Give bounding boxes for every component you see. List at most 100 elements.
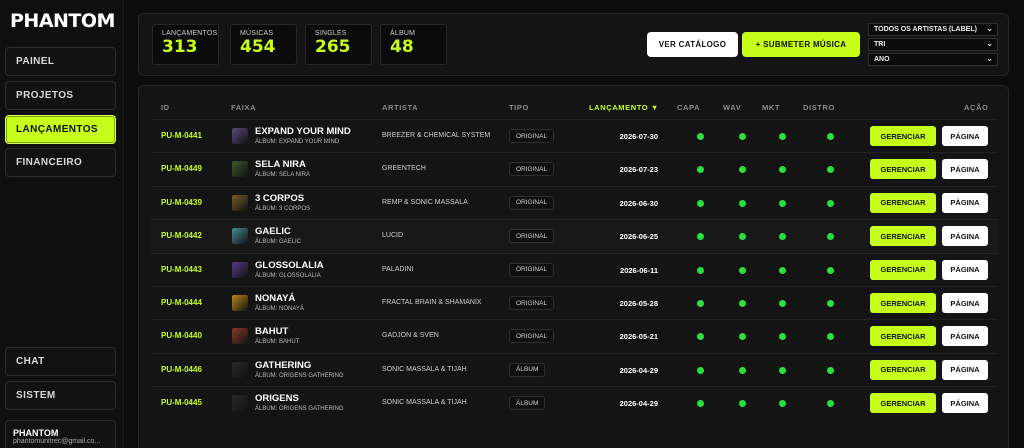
wav-status-dot [739,300,746,307]
cover-thumbnail [232,161,248,178]
stat-value: 265 [315,37,351,57]
table-row[interactable]: PU-M-0445 ORIGENS ÁLBUM: ORIGENS GATHERING… [151,386,998,419]
release-id[interactable]: PU-M-0441 [161,131,202,140]
track-album: ÁLBUM: GAELIC [255,239,302,246]
capa-status-dot [697,266,704,274]
user-profile[interactable]: PHANTOM phantomunitrec@gmail.co... [5,420,116,448]
track-album: ÁLBUM: BAHUT [255,339,300,346]
release-date: 2026-06-25 [619,232,658,242]
track-album: ÁLBUM: ORIGENS GATHERING [255,406,344,413]
mkt-status-dot [779,233,786,241]
table-row[interactable]: PU-M-0439 3 CORPOS ÁLBUM: 3 CORPOS REMP & S… [151,185,998,219]
table-row[interactable]: PU-M-0442 GAELIC ÁLBUM: GAELIC LUCID ORIGINA… [151,219,998,253]
brand-logo: PHANTOM [10,10,115,32]
col-header-distro[interactable]: Distro [803,103,835,112]
manage-button[interactable]: Gerenciar [870,393,936,414]
table-row[interactable]: PU-M-0443 GLOSSOLALIA ÁLBUM: GLOSSOLALIA PA… [151,252,998,286]
release-id[interactable]: PU-M-0446 [161,365,202,374]
page-button[interactable]: Página [942,393,988,414]
page-button[interactable]: Página [942,159,988,180]
col-header-wav[interactable]: WAV [723,103,741,112]
distro-status-dot [827,199,834,207]
cover-thumbnail [232,194,248,211]
table-row[interactable]: PU-M-0440 BAHUT ÁLBUM: BAHUT GADJON & SVEN O… [151,319,998,352]
table-row[interactable]: PU-M-0444 NONAYÁ ÁLBUM: NONAYÁ FRACTAL BRAI… [151,286,998,319]
col-header-capa[interactable]: Capa [677,103,700,112]
mkt-status-dot [779,199,786,207]
col-header-tipo[interactable]: Tipo [509,103,529,112]
manage-button[interactable]: Gerenciar [870,293,936,313]
view-catalog-button[interactable]: Ver Catálogo [647,32,738,57]
manage-button[interactable]: Gerenciar [870,159,936,180]
stat-musicas: Músicas 454 [230,24,297,65]
track-title: GATHERING [255,359,312,371]
track-title: BAHUT [255,326,289,338]
sidebar-item-projetos[interactable]: Projetos [5,81,116,110]
manage-button[interactable]: Gerenciar [870,126,936,146]
sidebar-item-sistem[interactable]: Sistem [5,381,116,410]
page-button[interactable]: Página [942,192,988,213]
page-button[interactable]: Página [942,259,988,280]
page-button[interactable]: Página [942,226,988,247]
release-id[interactable]: PU-M-0442 [161,231,202,240]
track-title: ORIGENS [255,393,299,405]
manage-button[interactable]: Gerenciar [870,192,936,213]
col-header-artista[interactable]: Artista [382,103,418,112]
cover-thumbnail [232,228,248,245]
col-header-id[interactable]: ID [161,103,170,112]
col-header-faixa[interactable]: Faixa [231,103,256,112]
mkt-status-dot [779,266,786,274]
capa-status-dot [697,199,704,207]
stat-value: 454 [240,37,276,57]
year-filter-select[interactable]: Ano ⌄ [868,53,998,66]
manage-button[interactable]: Gerenciar [870,226,936,247]
stats-panel: Lançamentos 313 Músicas 454 Singles 265 … [138,13,1009,76]
table-row[interactable]: PU-M-0449 SELA NIRA ÁLBUM: SELA NIRA GREENT… [151,152,998,185]
track-title: NONAYÁ [255,293,296,304]
track-title: SELA NIRA [255,159,306,171]
release-id[interactable]: PU-M-0449 [161,164,202,173]
col-header-lancamento[interactable]: Lançamento ▼ [589,103,659,112]
year-filter-value: Ano [874,56,890,63]
track-artist: GADJON & SVEN [382,332,439,340]
submit-music-button[interactable]: + Submeter Música [742,32,860,57]
release-date: 2026-04-29 [619,399,658,409]
type-badge: ORIGINAL [509,296,555,310]
cover-thumbnail [232,128,248,144]
manage-button[interactable]: Gerenciar [870,326,936,347]
page-button[interactable]: Página [942,359,988,380]
sidebar-item-financeiro[interactable]: Financeiro [5,148,116,177]
track-artist: REMP & SONIC MASSALA [382,198,468,206]
sidebar-item-lancamentos[interactable]: Lançamentos [5,115,116,144]
distro-status-dot [827,300,834,307]
artist-filter-select[interactable]: Todos os artistas (label) ⌄ [868,23,998,36]
release-id[interactable]: PU-M-0444 [161,298,202,307]
quarter-filter-select[interactable]: Tri ⌄ [868,38,998,51]
page-button[interactable]: Página [942,126,988,146]
track-title: EXPAND YOUR MIND [255,126,351,137]
sidebar-item-chat[interactable]: Chat [5,347,116,376]
release-id[interactable]: PU-M-0440 [161,331,202,340]
track-artist: SONIC MASSALA & TIJAH [382,399,467,407]
type-badge: ORIGINAL [509,162,555,177]
cover-thumbnail [232,328,248,345]
quarter-filter-value: Tri [874,41,886,48]
release-id[interactable]: PU-M-0439 [161,198,202,207]
col-header-mkt[interactable]: MKT [762,103,780,112]
table-row[interactable]: PU-M-0446 GATHERING ÁLBUM: ORIGENS GATHERI… [151,352,998,386]
release-id[interactable]: PU-M-0445 [161,398,202,407]
page-button[interactable]: Página [942,293,988,313]
track-artist: LUCID [382,232,404,240]
distro-status-dot [827,400,834,408]
distro-status-dot [827,333,834,341]
sidebar-item-painel[interactable]: Painel [5,47,116,76]
track-artist: FRACTAL BRAIN & SHAMANIX [382,299,482,306]
chevron-down-icon: ⌄ [986,39,993,48]
manage-button[interactable]: Gerenciar [870,359,936,380]
track-album: ÁLBUM: GLOSSOLALIA [255,272,321,279]
manage-button[interactable]: Gerenciar [870,259,936,280]
page-button[interactable]: Página [942,326,988,347]
release-id[interactable]: PU-M-0443 [161,265,202,274]
release-date: 2026-05-21 [619,332,658,342]
table-row[interactable]: PU-M-0441 EXPAND YOUR MIND ÁLBUM: EXPAND Y… [151,119,998,152]
